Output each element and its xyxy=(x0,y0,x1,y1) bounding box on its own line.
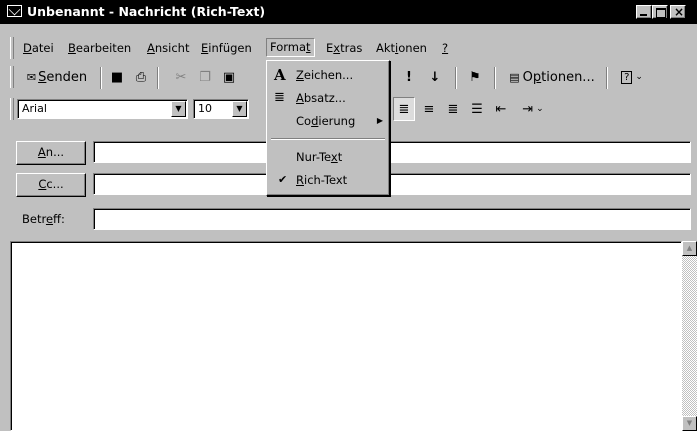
toolbar-separator xyxy=(100,67,102,89)
menu-ansicht[interactable]: Ansicht xyxy=(143,39,193,58)
font-icon: A xyxy=(274,66,286,84)
menu-format[interactable]: Format xyxy=(266,38,315,57)
checkmark-icon: ✔ xyxy=(278,173,288,186)
menu-bar: Datei Bearbeiten Ansicht Einfügen Format… xyxy=(0,35,697,61)
dropdown-arrow-icon: ⌄ xyxy=(536,104,544,114)
paste-icon: ▣ xyxy=(222,69,236,85)
subject-field[interactable] xyxy=(93,208,691,230)
window-title: Unbenannt - Nachricht (Rich-Text) xyxy=(27,4,266,19)
align-right-icon: ≣ xyxy=(447,101,459,117)
scissors-icon: ✂ xyxy=(175,69,187,85)
flag-icon: ⚑ xyxy=(469,69,481,85)
options-button[interactable]: ▤ Op tionen... xyxy=(502,65,602,89)
font-combobox[interactable]: Arial xyxy=(17,99,188,119)
subject-label: Betreff: xyxy=(22,212,65,226)
close-button[interactable]: × xyxy=(670,5,686,19)
save-icon: ■ xyxy=(110,69,124,85)
outdent-icon: ⇤ xyxy=(495,101,507,117)
size-value: 10 xyxy=(198,102,212,115)
cut-button[interactable]: ✂ xyxy=(170,65,192,89)
toolbar-grip[interactable] xyxy=(10,66,14,88)
menu-item-zeichen[interactable]: A Zeichen... xyxy=(270,64,387,86)
align-right-button[interactable]: ≣ xyxy=(442,97,464,121)
to-button[interactable]: An... xyxy=(16,141,86,165)
decrease-indent-button[interactable]: ⇤ xyxy=(490,97,512,121)
paragraph-icon: ≣ xyxy=(274,90,285,105)
cc-button[interactable]: Cc... xyxy=(16,173,86,197)
format-menu-dropdown: A Zeichen... ≣ Absatz... Codierung ▶ Nur… xyxy=(266,60,390,196)
options-icon: ▤ xyxy=(509,70,520,84)
align-left-icon: ≣ xyxy=(398,101,410,117)
paste-button[interactable]: ▣ xyxy=(218,65,240,89)
to-field[interactable] xyxy=(93,141,691,163)
increase-indent-button[interactable]: ⇥ ⌄ xyxy=(514,97,552,121)
vertical-scrollbar[interactable]: ▲ ▼ xyxy=(682,241,697,431)
font-value: Arial xyxy=(22,102,47,115)
toolbar-separator xyxy=(455,67,457,89)
size-dropdown-arrow-icon[interactable]: ▼ xyxy=(232,101,247,117)
copy-button[interactable]: ❐ xyxy=(194,65,216,89)
help-icon: ? xyxy=(621,70,633,84)
message-body[interactable] xyxy=(10,241,682,431)
down-arrow-icon: ↓ xyxy=(429,69,441,85)
toolbar-separator xyxy=(494,67,496,89)
menu-item-absatz[interactable]: ≣ Absatz... xyxy=(270,87,387,109)
menu-extras[interactable]: Extras xyxy=(322,39,366,58)
scroll-up-arrow-icon[interactable]: ▲ xyxy=(682,241,697,256)
menu-datei[interactable]: Datei xyxy=(19,39,58,58)
scroll-down-arrow-icon[interactable]: ▼ xyxy=(682,416,697,431)
send-button[interactable]: ✉ Senden xyxy=(18,65,96,89)
menu-einfuegen[interactable]: Einfügen xyxy=(197,39,256,58)
minimize-button[interactable] xyxy=(636,5,652,19)
indent-icon: ⇥ xyxy=(522,101,534,117)
printer-icon: ⎙ xyxy=(135,69,147,85)
menu-item-nur-text[interactable]: Nur-Text xyxy=(270,146,387,168)
close-icon: × xyxy=(674,5,685,19)
exclamation-icon: ! xyxy=(406,69,412,85)
copy-icon: ❐ xyxy=(199,69,211,85)
importance-low-button[interactable]: ↓ xyxy=(426,65,444,89)
dropdown-arrow-icon: ⌄ xyxy=(635,72,643,82)
print-button[interactable]: ⎙ xyxy=(130,65,152,89)
bullets-button[interactable]: ☰ xyxy=(466,97,488,121)
flag-button[interactable]: ⚑ xyxy=(464,65,486,89)
align-left-button[interactable]: ≣ xyxy=(393,97,415,121)
menubar-grip[interactable] xyxy=(10,37,14,59)
title-bar: Unbenannt - Nachricht (Rich-Text) × xyxy=(0,0,697,26)
submenu-arrow-icon: ▶ xyxy=(376,116,383,125)
menu-item-codierung[interactable]: Codierung ▶ xyxy=(270,110,387,132)
cc-field[interactable] xyxy=(93,173,691,195)
align-center-icon: ≡ xyxy=(423,101,435,117)
menu-item-rich-text[interactable]: ✔ Rich-Text xyxy=(270,169,387,191)
envelope-icon xyxy=(7,5,22,17)
bullet-list-icon: ☰ xyxy=(471,101,483,117)
save-button[interactable]: ■ xyxy=(106,65,128,89)
maximize-button[interactable] xyxy=(652,5,668,19)
menu-aktionen[interactable]: Aktionen xyxy=(372,39,431,58)
menu-bearbeiten[interactable]: Bearbeiten xyxy=(64,39,135,58)
toolbar-separator xyxy=(606,67,608,89)
align-center-button[interactable]: ≡ xyxy=(418,97,440,121)
importance-high-button[interactable]: ! xyxy=(400,65,418,89)
toolbar-separator xyxy=(157,67,159,89)
menu-separator xyxy=(271,138,385,140)
toolbar-grip[interactable] xyxy=(10,98,14,120)
send-icon: ✉ xyxy=(26,70,37,84)
menu-help[interactable]: ? xyxy=(438,39,452,58)
help-button[interactable]: ? ⌄ xyxy=(612,65,652,89)
font-dropdown-arrow-icon[interactable]: ▼ xyxy=(171,101,186,117)
